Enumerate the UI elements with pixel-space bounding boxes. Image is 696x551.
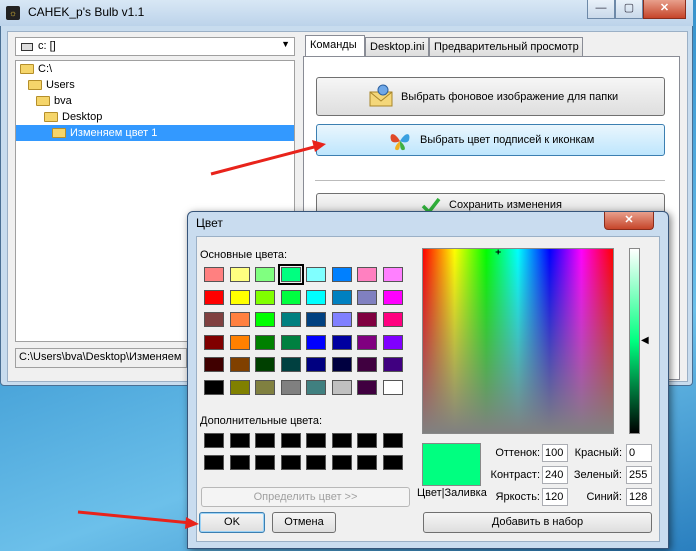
arrow-to-color-button: [210, 140, 326, 176]
annotation-arrows: [77, 140, 326, 529]
arrow-to-ok-button: [77, 510, 199, 529]
